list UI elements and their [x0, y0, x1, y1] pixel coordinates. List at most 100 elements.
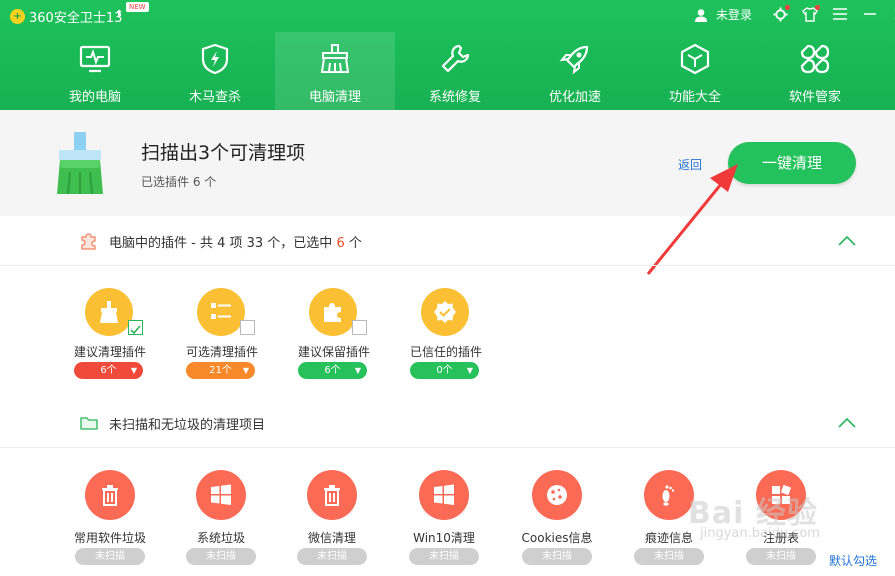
nav-trojan-scan[interactable]: 木马查杀 [155, 32, 275, 110]
plugin-group-optional-clean[interactable]: 可选清理插件 21个 ▼ [172, 282, 272, 382]
plugins-section-header: 电脑中的插件 - 共 4 项 33 个，已选中 6 个 [0, 216, 895, 266]
puzzle-icon [324, 303, 341, 322]
dropdown-caret-icon: ▼ [242, 366, 249, 375]
dropdown-caret-icon: ▼ [130, 366, 137, 375]
plugin-count: 0个 [436, 365, 453, 376]
rocket-icon [559, 45, 589, 75]
new-badge: NEW [126, 2, 149, 12]
windows-icon [211, 484, 231, 505]
clean-item-status: 未扫描 [522, 548, 592, 565]
clean-item-common-software[interactable]: 常用软件垃圾 未扫描 [55, 466, 165, 576]
plugin-count-pill[interactable]: 6个 ▼ [74, 362, 143, 379]
cookie-icon [547, 485, 567, 505]
plugin-group-recommended-clean[interactable]: 建议清理插件 6个 ▼ [60, 282, 160, 382]
cube-icon [680, 43, 710, 75]
notification-dot [785, 5, 790, 10]
minimize-icon[interactable] [862, 6, 878, 22]
watermark-url: jingyan.baidu.com [700, 526, 820, 541]
clean-item-status: 未扫描 [297, 548, 367, 565]
shield-bolt-icon [201, 43, 229, 75]
settings-gear-icon[interactable] [772, 5, 790, 22]
plugin-count: 6个 [324, 365, 341, 376]
plugin-group-trusted[interactable]: 已信任的插件 0个 ▼ [396, 282, 496, 382]
dropdown-caret-icon: ▼ [466, 366, 473, 375]
header: + 360安全卫士13 ⬆ NEW 未登录 我的电脑 木马查杀 电脑清理 系统修… [0, 0, 895, 110]
wrench-icon [441, 44, 470, 73]
clean-item-icon-circle [85, 470, 135, 520]
unscanned-section-header: 未扫描和无垃圾的清理项目 [0, 398, 895, 448]
plugin-checkbox[interactable] [128, 320, 143, 335]
broom-icon [100, 301, 118, 323]
clean-item-label: 微信清理 [307, 531, 356, 545]
plugin-count-pill[interactable]: 6个 ▼ [298, 362, 367, 379]
nav-my-computer[interactable]: 我的电脑 [35, 32, 155, 110]
menu-icon[interactable] [832, 6, 848, 22]
clean-item-wechat[interactable]: 微信清理 未扫描 [277, 466, 387, 576]
skin-shirt-icon[interactable] [802, 5, 820, 22]
plugin-icon-circle [85, 288, 133, 336]
plugin-count: 6个 [100, 365, 117, 376]
nav-label: 木马查杀 [188, 90, 241, 105]
puzzle-icon [81, 233, 96, 250]
plugin-count-pill[interactable]: 21个 ▼ [186, 362, 255, 379]
trash-icon [102, 485, 118, 506]
main-nav: 我的电脑 木马查杀 电脑清理 系统修复 优化加速 功能大全 软件管家 [35, 32, 875, 110]
plugin-icon-circle [421, 288, 469, 336]
plugins-title-prefix: 电脑中的插件 - 共 4 项 33 个，已选中 [109, 236, 333, 251]
clean-item-icon-circle [419, 470, 469, 520]
plugin-checkbox[interactable] [240, 320, 255, 335]
app-title-text: 360安全卫士13 [29, 11, 123, 26]
folder-icon [80, 417, 98, 430]
clean-item-system-junk[interactable]: 系统垃圾 未扫描 [166, 466, 276, 576]
clean-item-label: Win10清理 [413, 531, 475, 545]
clean-item-status: 未扫描 [409, 548, 479, 565]
plugin-checkbox[interactable] [352, 320, 367, 335]
clean-item-status: 未扫描 [75, 548, 145, 565]
nav-speedup[interactable]: 优化加速 [515, 32, 635, 110]
nav-label: 软件管家 [788, 90, 841, 105]
scan-summary: 扫描出3个可清理项 已选插件 6 个 返回 一键清理 [0, 110, 895, 216]
upgrade-arrow-icon[interactable]: ⬆ [115, 9, 123, 20]
nav-all-features[interactable]: 功能大全 [635, 32, 755, 110]
clean-item-label: 常用软件垃圾 [73, 531, 146, 545]
clean-item-cookies[interactable]: Cookies信息 未扫描 [502, 466, 612, 576]
login-label[interactable]: 未登录 [716, 6, 752, 23]
clean-item-icon-circle [196, 470, 246, 520]
footprint-icon [662, 485, 675, 506]
nav-system-repair[interactable]: 系统修复 [395, 32, 515, 110]
window-controls [772, 5, 895, 22]
login-area[interactable]: 未登录 [694, 6, 752, 23]
plugin-label: 可选清理插件 [185, 345, 258, 359]
plugin-count: 21个 [209, 365, 232, 376]
list-icon [211, 303, 231, 319]
monitor-icon [79, 45, 111, 73]
broom-icon [320, 44, 350, 73]
plugin-icon-circle [197, 288, 245, 336]
default-select-link[interactable]: 默认勾选 [829, 552, 877, 569]
unscanned-section-title: 未扫描和无垃圾的清理项目 [109, 418, 266, 433]
collapse-chevron-up-icon[interactable] [838, 416, 856, 428]
plugin-icon-circle [309, 288, 357, 336]
clean-item-icon-circle [307, 470, 357, 520]
nav-label: 我的电脑 [68, 90, 121, 105]
clean-item-label: Cookies信息 [521, 531, 593, 545]
plugins-selected-count: 6 [336, 236, 345, 251]
clean-item-icon-circle [644, 470, 694, 520]
selected-plugins-count: 已选插件 6 个 [141, 175, 217, 189]
plugin-label: 建议清理插件 [73, 345, 146, 359]
nav-label: 优化加速 [548, 90, 601, 105]
plugins-title-suffix: 个 [348, 236, 362, 251]
plugin-label: 建议保留插件 [297, 345, 370, 359]
nav-label: 电脑清理 [308, 90, 361, 105]
notification-dot [815, 5, 820, 10]
clean-item-status: 未扫描 [746, 548, 816, 565]
clean-item-win10[interactable]: Win10清理 未扫描 [389, 466, 499, 576]
plugin-label: 已信任的插件 [409, 345, 482, 359]
nav-pc-cleanup[interactable]: 电脑清理 [275, 32, 395, 110]
collapse-chevron-up-icon[interactable] [838, 234, 856, 246]
nav-software-manager[interactable]: 软件管家 [755, 32, 875, 110]
plugin-count-pill[interactable]: 0个 ▼ [410, 362, 479, 379]
clean-item-icon-circle [532, 470, 582, 520]
plugin-group-recommended-keep[interactable]: 建议保留插件 6个 ▼ [284, 282, 384, 382]
windows-icon [434, 484, 454, 505]
